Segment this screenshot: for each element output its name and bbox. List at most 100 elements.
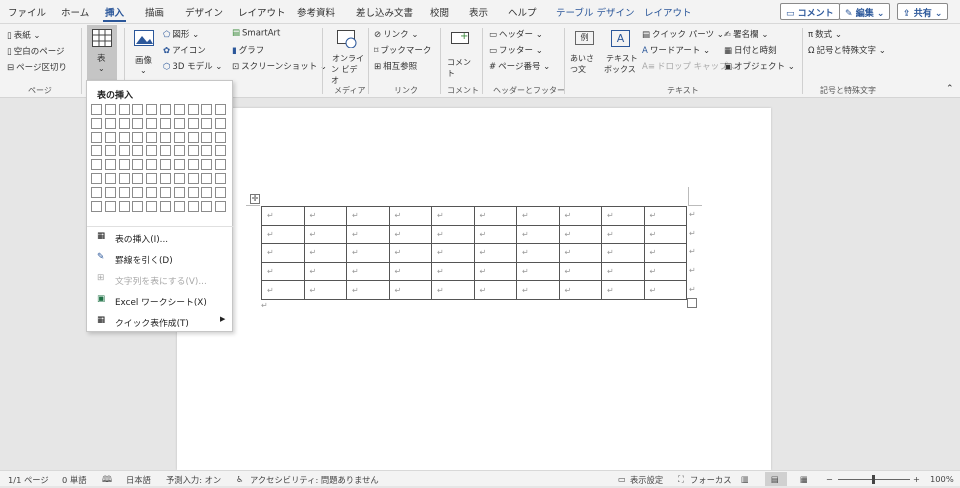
tab-draw[interactable]: 描画 — [145, 5, 164, 19]
grid-cell[interactable] — [173, 117, 185, 129]
language[interactable]: 日本語 — [126, 474, 151, 486]
grid-cell[interactable] — [187, 200, 199, 212]
table-cell[interactable]: ↵ — [558, 261, 602, 282]
new-comment-button[interactable]: + コメント — [445, 28, 477, 78]
grid-cell[interactable] — [173, 173, 185, 184]
table-cell[interactable]: ↵ — [431, 261, 475, 282]
grid-cell[interactable] — [104, 145, 116, 157]
grid-cell[interactable] — [132, 186, 144, 198]
zoom-in-button[interactable]: + — [913, 474, 920, 484]
table-cell[interactable]: ↵ — [431, 243, 475, 263]
table-cell[interactable]: ↵ — [643, 280, 687, 300]
image-button[interactable]: 画像 ⌄ — [131, 28, 159, 78]
grid-cell[interactable] — [173, 159, 185, 171]
cover-page-button[interactable]: ▯ 表紙 ⌄ — [7, 29, 41, 42]
grid-cell[interactable] — [173, 145, 185, 157]
tab-design[interactable]: デザイン — [185, 5, 223, 19]
table-cell[interactable]: ↵ — [346, 243, 390, 263]
table-cell[interactable]: ↵ — [431, 224, 475, 245]
table-cell[interactable]: ↵ — [261, 224, 305, 245]
table-cell[interactable]: ↵ — [303, 206, 347, 226]
quick-tables-menu-item[interactable]: ▦ クイック表作成(T) ▶ — [87, 311, 234, 331]
wordart-button[interactable]: A ワードアート ⌄ — [642, 44, 710, 57]
grid-cell[interactable] — [91, 131, 102, 143]
shapes-button[interactable]: ⬠ 図形 ⌄ — [163, 28, 199, 41]
table-cell[interactable]: ↵ — [303, 280, 347, 300]
grid-cell[interactable] — [187, 131, 199, 143]
grid-cell[interactable] — [201, 131, 213, 143]
grid-cell[interactable] — [215, 131, 227, 143]
grid-cell[interactable] — [91, 104, 102, 115]
grid-cell[interactable] — [146, 145, 158, 157]
page-number-button[interactable]: # ページ番号 ⌄ — [489, 60, 550, 73]
table-cell[interactable]: ↵ — [601, 243, 645, 263]
grid-cell[interactable] — [160, 186, 171, 198]
grid-cell[interactable] — [173, 200, 185, 212]
grid-cell[interactable] — [146, 186, 158, 198]
date-time-button[interactable]: ▦ 日付と時刻 — [724, 44, 777, 57]
3d-model-button[interactable]: ⬡ 3D モデル ⌄ — [163, 60, 222, 73]
table-cell[interactable]: ↵ — [388, 243, 432, 263]
chart-button[interactable]: ▮ グラフ — [232, 44, 264, 57]
table-cell[interactable]: ↵ — [643, 243, 687, 263]
grid-cell[interactable] — [118, 200, 130, 212]
screenshot-button[interactable]: ⊡ スクリーンショット ⌄ — [232, 60, 327, 73]
grid-cell[interactable] — [187, 145, 199, 157]
table-cell[interactable]: ↵ — [643, 206, 687, 226]
grid-cell[interactable] — [173, 104, 185, 115]
grid-cell[interactable] — [215, 173, 227, 184]
grid-cell[interactable] — [201, 159, 213, 171]
online-video-button[interactable]: オンライ ン ビデオ — [330, 28, 364, 85]
zoom-slider-thumb[interactable] — [872, 475, 875, 484]
collapse-ribbon-icon[interactable]: ⌃ — [946, 84, 954, 94]
table-cell[interactable]: ↵ — [303, 224, 347, 245]
grid-cell[interactable] — [201, 200, 213, 212]
table-cell[interactable]: ↵ — [473, 224, 517, 245]
equation-button[interactable]: π 数式 ⌄ — [808, 28, 842, 41]
grid-cell[interactable] — [118, 131, 130, 143]
grid-cell[interactable] — [104, 159, 116, 171]
edit-button[interactable]: ✎ 編集 ⌄ — [839, 3, 891, 20]
grid-cell[interactable] — [132, 117, 144, 129]
grid-cell[interactable] — [215, 159, 227, 171]
grid-cell[interactable] — [118, 145, 130, 157]
document-table[interactable]: ↵ ↵ ↵ ↵ ↵ ↵ ↵ ↵ ↵ ↵ ↵ ↵ ↵ ↵ ↵ ↵ ↵ ↵ ↵ ↵ ↵ ↵ ↵ ↵ ↵ ↵ ↵ ↵ ↵ ↵ ↵ ↵ ↵ ↵ ↵ ↵ ↵ ↵ ↵ ↵… — [261, 206, 687, 300]
page-count[interactable]: 1/1 ページ — [8, 474, 49, 486]
tab-view[interactable]: 表示 — [469, 5, 488, 19]
grid-cell[interactable] — [160, 173, 171, 184]
table-cell[interactable]: ↵ — [388, 280, 432, 300]
read-mode-icon[interactable]: ▥ — [741, 474, 749, 484]
symbol-button[interactable]: Ω 記号と特殊文字 ⌄ — [808, 44, 886, 57]
grid-cell[interactable] — [91, 186, 102, 198]
grid-cell[interactable] — [104, 173, 116, 184]
grid-cell[interactable] — [201, 145, 213, 157]
grid-cell[interactable] — [104, 117, 116, 129]
grid-cell[interactable] — [104, 186, 116, 198]
table-move-handle-icon[interactable]: ✛ — [250, 194, 260, 204]
insert-table-menu-item[interactable]: ▦ 表の挿入(I)... — [87, 227, 234, 247]
focus-button[interactable]: フォーカス — [690, 474, 732, 486]
icons-button[interactable]: ✿ アイコン — [163, 44, 206, 57]
link-button[interactable]: ⊘ リンク ⌄ — [374, 28, 418, 41]
grid-cell[interactable] — [146, 173, 158, 184]
bookmark-button[interactable]: ⌑ ブックマーク — [374, 44, 431, 57]
grid-cell[interactable] — [160, 145, 171, 157]
grid-cell[interactable] — [201, 104, 213, 115]
grid-cell[interactable] — [173, 131, 185, 143]
table-cell[interactable]: ↵ — [643, 224, 687, 245]
tab-help[interactable]: ヘルプ — [508, 5, 537, 19]
grid-cell[interactable] — [160, 104, 171, 115]
table-cell[interactable]: ↵ — [346, 206, 390, 226]
object-button[interactable]: ▣ オブジェクト ⌄ — [724, 60, 795, 73]
table-cell[interactable]: ↵ — [261, 280, 305, 300]
greeting-button[interactable]: 例 あいさつ 文 — [570, 28, 600, 82]
table-cell[interactable]: ↵ — [431, 206, 475, 226]
grid-cell[interactable] — [118, 159, 130, 171]
grid-cell[interactable] — [146, 159, 158, 171]
table-cell[interactable]: ↵ — [601, 261, 645, 282]
text-to-table-menu-item[interactable]: ⊞ 文字列を表にする(V)... — [87, 269, 234, 289]
accessibility-status[interactable]: アクセシビリティ: 問題ありません — [250, 474, 379, 486]
table-cell[interactable]: ↵ — [558, 280, 602, 300]
grid-cell[interactable] — [91, 200, 102, 212]
grid-cell[interactable] — [132, 200, 144, 212]
